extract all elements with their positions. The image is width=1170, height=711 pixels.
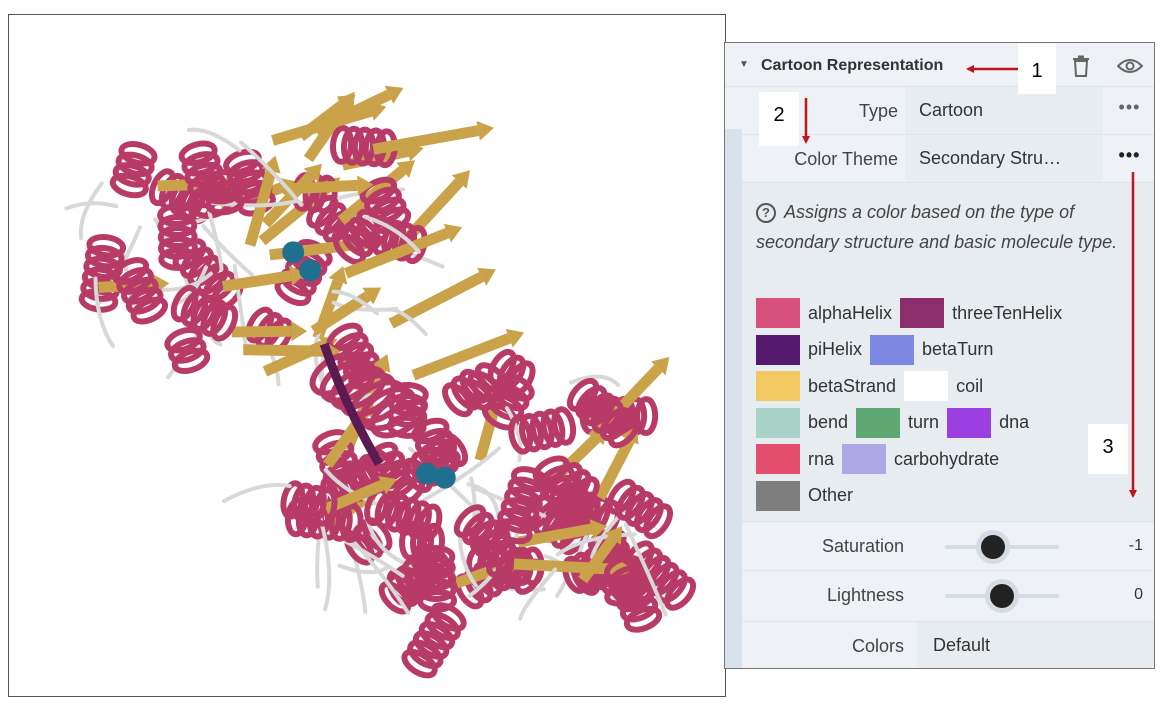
color-theme-label: Color Theme bbox=[794, 149, 898, 169]
color-theme-select[interactable]: Secondary Stru… bbox=[905, 135, 1103, 182]
saturation-label: Saturation bbox=[821, 536, 904, 556]
color-theme-more-icon[interactable]: ••• bbox=[1103, 135, 1154, 182]
panel-header[interactable]: ▼ Cartoon Representation bbox=[725, 43, 1154, 87]
legend-label: Other bbox=[808, 485, 854, 506]
coil-segment bbox=[222, 482, 292, 504]
beta-strand-arrow bbox=[291, 321, 308, 342]
legend-swatch bbox=[756, 298, 800, 329]
legend-swatch bbox=[842, 444, 887, 475]
legend-swatch bbox=[756, 444, 800, 475]
legend-swatch bbox=[900, 298, 945, 329]
legend-item: carbohydrate bbox=[842, 444, 1000, 475]
saturation-slider-handle[interactable] bbox=[980, 535, 1005, 559]
beta-strand bbox=[513, 558, 619, 575]
saturation-row: Saturation -1 bbox=[742, 521, 1154, 569]
legend-item: betaTurn bbox=[870, 334, 994, 365]
lightness-value: 0 bbox=[1134, 586, 1143, 603]
beta-strand-arrow bbox=[476, 120, 494, 141]
color-theme-row: Color Theme Secondary Stru… ••• bbox=[742, 135, 1154, 183]
representation-title: Cartoon Representation bbox=[761, 57, 944, 74]
annotation-3: 3 bbox=[1088, 424, 1128, 474]
ion-sphere bbox=[433, 466, 456, 489]
annotation-1: 1 bbox=[1018, 44, 1056, 94]
ion-sphere bbox=[282, 241, 305, 264]
legend-label: betaTurn bbox=[922, 339, 994, 360]
lightness-row: Lightness 0 bbox=[742, 570, 1154, 618]
legend-row: alphaHelix threeTenHelix bbox=[756, 295, 1151, 332]
legend-swatch bbox=[904, 371, 949, 402]
legend-label: carbohydrate bbox=[894, 448, 1000, 469]
ion-sphere bbox=[299, 259, 322, 282]
legend-item: dna bbox=[947, 407, 1030, 438]
colors-label: Colors bbox=[851, 636, 904, 656]
legend-label: bend bbox=[808, 412, 849, 433]
trash-icon[interactable] bbox=[1071, 55, 1091, 77]
legend-item: Other bbox=[756, 480, 854, 511]
legend-label: turn bbox=[908, 412, 940, 433]
help-circle-icon: ? bbox=[756, 203, 776, 223]
legend-label: rna bbox=[808, 448, 835, 469]
description-text: ? Assigns a color based on the type of se… bbox=[756, 197, 1141, 257]
legend-swatch bbox=[856, 407, 901, 438]
legend-label: dna bbox=[999, 412, 1030, 433]
panel-indent-stripe bbox=[725, 129, 742, 668]
legend-swatch bbox=[870, 334, 915, 365]
lightness-slider-handle[interactable] bbox=[990, 584, 1014, 608]
legend-swatch bbox=[756, 407, 800, 438]
beta-strand bbox=[243, 344, 325, 357]
color-legend: alphaHelix threeTenHelix piHelix betaTurn be… bbox=[756, 295, 1151, 514]
legend-label: threeTenHelix bbox=[952, 302, 1063, 323]
colors-select[interactable]: Default bbox=[917, 622, 1154, 668]
legend-label: alphaHelix bbox=[808, 302, 893, 323]
legend-swatch bbox=[756, 334, 800, 365]
lightness-label: Lightness bbox=[826, 585, 904, 605]
colors-row: Colors Default bbox=[742, 621, 1154, 668]
legend-item: rna bbox=[756, 444, 835, 475]
legend-item: bend bbox=[756, 407, 849, 438]
legend-swatch bbox=[947, 407, 992, 438]
legend-item: alphaHelix bbox=[756, 298, 893, 329]
molecule-viewer[interactable] bbox=[8, 14, 726, 697]
legend-row: Other bbox=[756, 478, 1151, 515]
type-select[interactable]: Cartoon bbox=[905, 87, 1103, 134]
legend-item: coil bbox=[904, 371, 984, 402]
annotation-2: 2 bbox=[759, 92, 799, 146]
legend-row: betaStrand coil bbox=[756, 368, 1151, 405]
description-body: Assigns a color based on the type of sec… bbox=[756, 202, 1118, 252]
saturation-value: -1 bbox=[1128, 537, 1143, 554]
caret-down-icon[interactable]: ▼ bbox=[739, 59, 749, 70]
type-more-icon[interactable]: ••• bbox=[1103, 87, 1154, 134]
legend-row: piHelix betaTurn bbox=[756, 332, 1151, 369]
coil-segment bbox=[78, 181, 104, 240]
legend-swatch bbox=[756, 480, 800, 511]
legend-label: betaStrand bbox=[808, 375, 897, 396]
protein-structure-canvas[interactable] bbox=[9, 15, 725, 696]
eye-icon[interactable] bbox=[1117, 57, 1143, 75]
type-row: Type Cartoon ••• bbox=[742, 87, 1154, 135]
legend-item: betaStrand bbox=[756, 371, 897, 402]
legend-item: turn bbox=[856, 407, 940, 438]
beta-strand bbox=[231, 325, 292, 338]
legend-item: threeTenHelix bbox=[900, 298, 1063, 329]
legend-swatch bbox=[756, 371, 800, 402]
coil-segment bbox=[64, 201, 119, 211]
legend-item: piHelix bbox=[756, 334, 863, 365]
legend-label: piHelix bbox=[808, 339, 863, 360]
legend-label: coil bbox=[956, 375, 984, 396]
